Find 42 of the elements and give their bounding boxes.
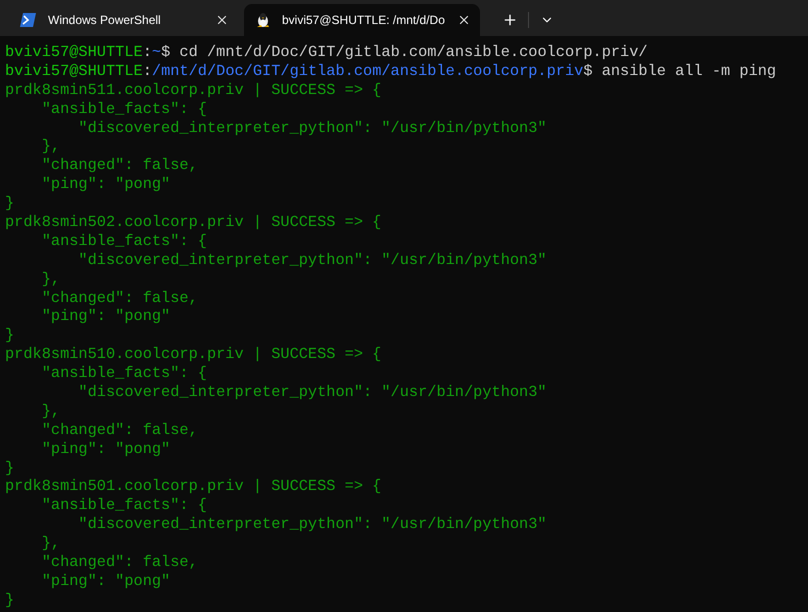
output-line: "discovered_interpreter_python": "/usr/bin/python3": [77, 383, 547, 402]
output-line: "ping": "pong": [40, 440, 170, 459]
output-line: "ping": "pong": [40, 572, 170, 591]
prompt-command: $ ansible all -m ping: [583, 62, 776, 80]
prompt-path: /mnt/d/Doc/GIT/gitlab.com/ansible.coolcorp.priv: [152, 62, 584, 80]
output-line: "discovered_interpreter_python": "/usr/bin/python3": [77, 250, 547, 270]
output-line: "changed": false,: [40, 156, 198, 176]
tab-title: bvivi57@SHUTTLE: /mnt/d/Do: [282, 12, 445, 29]
output-line: },: [40, 534, 60, 554]
output-line: prdk8smin510.coolcorp.priv | SUCCESS => {: [5, 345, 382, 364]
output-line: }: [5, 194, 14, 214]
output-line: },: [40, 402, 60, 421]
output-line: }: [5, 590, 14, 610]
terminal-tab[interactable]: Windows PowerShell: [8, 4, 244, 36]
output-line: "ansible_facts": {: [40, 364, 207, 384]
output-line: "discovered_interpreter_python": "/usr/bin/python3": [77, 515, 547, 534]
prompt-user: bvivi57@SHUTTLE: [5, 62, 143, 80]
output-line: "ansible_facts": {: [40, 496, 207, 516]
output-line: prdk8smin511.coolcorp.priv | SUCCESS => {: [5, 80, 382, 100]
prompt-separator: :: [142, 62, 152, 80]
penguin-icon: [256, 12, 270, 28]
output-line: "ansible_facts": {: [40, 100, 207, 119]
output-line: prdk8smin502.coolcorp.priv | SUCCESS => {: [5, 213, 382, 232]
output-line: }: [5, 326, 14, 346]
output-line: "ping": "pong": [40, 307, 170, 326]
tab-title: Windows PowerShell: [48, 12, 162, 29]
output-line: },: [40, 137, 60, 156]
output-line: "discovered_interpreter_python": "/usr/bin/python3": [77, 118, 547, 138]
output-line: "changed": false,: [40, 420, 198, 440]
output-line: },: [40, 270, 60, 289]
output-line: "ansible_facts": {: [40, 232, 207, 251]
output-line: "changed": false,: [40, 288, 198, 308]
prompt-path: ~: [152, 43, 162, 61]
prompt-command: $ cd /mnt/d/Doc/GIT/gitlab.com/ansible.coolcorp.priv/: [161, 43, 648, 61]
terminal-prompt-icon: [20, 13, 36, 27]
output-line: "ping": "pong": [40, 175, 170, 194]
output-line: prdk8smin501.coolcorp.priv | SUCCESS => {: [5, 477, 382, 496]
terminal-tab[interactable]: bvivi57@SHUTTLE: /mnt/d/Do: [244, 4, 480, 36]
output-line: "changed": false,: [40, 553, 198, 572]
prompt-separator: :: [142, 43, 152, 61]
output-line: }: [5, 458, 14, 478]
prompt-user: bvivi57@SHUTTLE: [5, 43, 143, 61]
